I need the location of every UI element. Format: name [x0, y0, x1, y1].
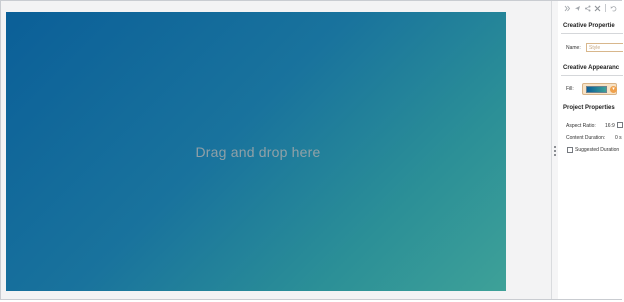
content-duration-value: 0 s	[615, 135, 622, 141]
section-title-creative-properties: Creative Propertie	[563, 23, 615, 29]
aspect-ratio-checkbox[interactable]	[617, 122, 623, 128]
panel-resize-handle[interactable]	[554, 146, 556, 156]
suggested-duration-checkbox[interactable]	[567, 147, 573, 153]
properties-panel: Creative Propertie Name: Style Creative …	[558, 1, 623, 299]
section-title-creative-appearance: Creative Appearanc	[563, 65, 620, 71]
splitter-dot	[554, 154, 556, 156]
panel-toolbar	[564, 3, 617, 13]
section-divider	[561, 33, 623, 34]
suggested-duration-label: Suggested Duration	[575, 147, 620, 153]
dropdown-arrow-icon: ▾	[610, 86, 617, 93]
drop-zone[interactable]: Drag and drop here	[6, 12, 506, 291]
name-input[interactable]: Style	[586, 43, 623, 52]
canvas-area: Drag and drop here	[1, 1, 552, 299]
aspect-ratio-label: Aspect Ratio:	[566, 123, 596, 129]
content-duration-label: Content Duration:	[566, 135, 606, 141]
fill-swatch	[586, 86, 607, 93]
drop-zone-label: Drag and drop here	[195, 143, 321, 160]
section-title-project-properties: Project Properties	[563, 105, 615, 111]
close-x-icon[interactable]	[594, 5, 601, 12]
splitter-dot	[554, 146, 556, 148]
undo-icon[interactable]	[610, 5, 617, 12]
skip-icon[interactable]	[564, 5, 571, 12]
share-icon[interactable]	[584, 5, 591, 12]
send-icon[interactable]	[574, 5, 581, 12]
section-divider	[561, 75, 623, 76]
splitter-dot	[554, 150, 556, 152]
app-window: Drag and drop here Creative Propertie Na…	[0, 0, 623, 300]
aspect-ratio-value: 16:9	[605, 123, 615, 129]
fill-picker[interactable]: ▾	[582, 83, 617, 95]
toolbar-separator	[605, 4, 606, 12]
fill-label: Fill:	[566, 86, 574, 92]
name-label: Name:	[566, 45, 581, 51]
